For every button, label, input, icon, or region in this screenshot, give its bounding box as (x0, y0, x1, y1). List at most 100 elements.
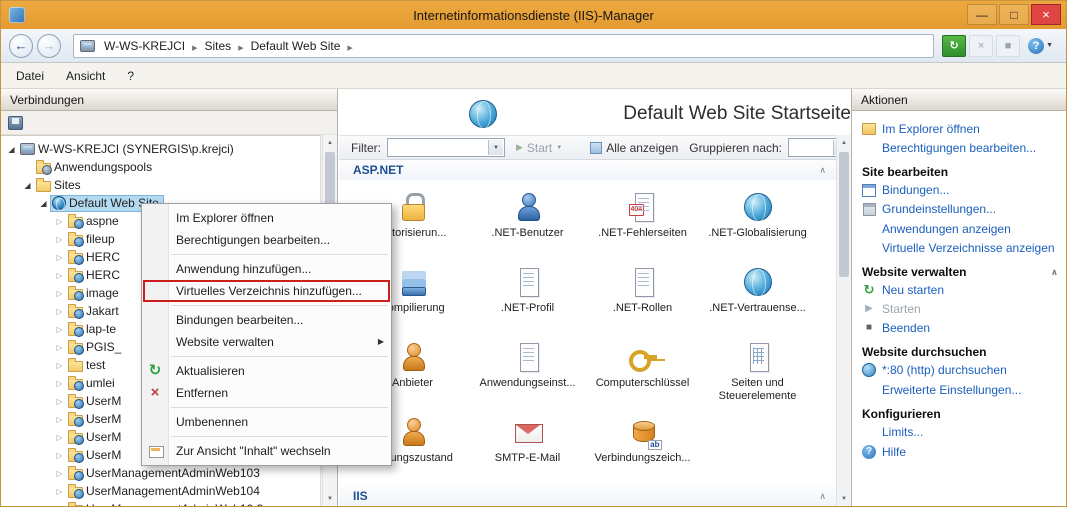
help-action[interactable]: ? Hilfe (862, 444, 1058, 460)
breadcrumb[interactable]: W-WS-KREJCI ▶ Sites ▶ Default Web Site ▶ (73, 33, 935, 58)
features-scrollbar[interactable]: ▲ ▼ (836, 135, 851, 506)
collapsed-icon[interactable]: ▷ (53, 289, 66, 298)
feature-connection-strings[interactable]: ab Verbindungszeich... (585, 411, 700, 486)
scroll-down-icon[interactable]: ▼ (837, 491, 851, 506)
restart-action[interactable]: ↻ Neu starten (862, 282, 1058, 298)
collapsed-icon[interactable]: ▷ (53, 397, 66, 406)
collapsed-icon[interactable]: ▷ (53, 361, 66, 370)
menu-item-add-application[interactable]: Anwendung hinzufügen... (142, 258, 391, 280)
collapsed-icon[interactable]: ▷ (53, 433, 66, 442)
scroll-thumb[interactable] (839, 152, 849, 277)
breadcrumb-segment[interactable]: Default Web Site (246, 39, 346, 53)
filter-start-button[interactable]: ▶ Start ▼ (511, 139, 567, 157)
breadcrumb-segment[interactable]: Sites (200, 39, 237, 53)
chevron-down-icon[interactable]: ▼ (488, 140, 503, 155)
collapsed-icon[interactable]: ▷ (53, 451, 66, 460)
browse-icon (862, 363, 876, 377)
tree-item-server[interactable]: ◢ W-WS-KREJCI (SYNERGIS\p.krejci) (1, 140, 320, 158)
advanced-settings-action[interactable]: Erweiterte Einstellungen... (862, 382, 1058, 398)
feature-application-settings[interactable]: Anwendungseinst... (470, 336, 585, 411)
back-button[interactable]: ← (9, 33, 33, 58)
open-explorer-action[interactable]: Im Explorer öffnen (862, 121, 1058, 137)
menu-item-edit-bindings[interactable]: Bindungen bearbeiten... (142, 309, 391, 331)
collapsed-icon[interactable]: ▷ (53, 235, 66, 244)
collapsed-icon[interactable]: ▷ (53, 307, 66, 316)
view-virtual-directories-action[interactable]: Virtuelle Verzeichnisse anzeigen (862, 240, 1058, 256)
feature-net-globalization[interactable]: .NET-Globalisierung (700, 186, 815, 261)
collapsed-icon[interactable]: ▷ (53, 469, 66, 478)
browse-80-action[interactable]: *:80 (http) durchsuchen (862, 362, 1058, 378)
expanded-icon[interactable]: ◢ (21, 181, 34, 190)
tree-item[interactable]: ▷ UserManagementAdminWeb104 (1, 482, 320, 500)
maximize-button[interactable]: □ (999, 4, 1029, 25)
go-icon: ▶ (516, 142, 523, 152)
collapsed-icon[interactable]: ▷ (53, 253, 66, 262)
limits-action[interactable]: Limits... (862, 424, 1058, 440)
collapse-icon[interactable]: ∧ (819, 491, 826, 502)
menu-ansicht[interactable]: Ansicht (55, 65, 116, 87)
feature-label: Verbindungszeich... (594, 452, 691, 464)
feature-machine-key[interactable]: Computerschlüssel (585, 336, 700, 411)
menu-separator (171, 407, 388, 408)
collapsed-icon[interactable]: ▷ (53, 343, 66, 352)
minimize-button[interactable]: — (967, 4, 997, 25)
bindings-action[interactable]: Bindungen... (862, 182, 1058, 198)
menu-item-add-virtual-directory[interactable]: Virtuelles Verzeichnis hinzufügen... (142, 280, 391, 302)
feature-pages-and-controls[interactable]: Seiten und Steuerelemente (700, 336, 815, 411)
tree-item-sites[interactable]: ◢ Sites (1, 176, 320, 194)
collapse-icon[interactable]: ∧ (819, 165, 826, 176)
breadcrumb-segment[interactable]: W-WS-KREJCI (99, 39, 190, 53)
basic-settings-action[interactable]: Grundeinstellungen... (862, 201, 1058, 217)
stop-icon[interactable]: × (969, 34, 994, 57)
tree-item[interactable]: ▷ UserManagementAdminWeb103 (1, 464, 320, 482)
show-all-button[interactable]: Alle anzeigen (585, 139, 683, 157)
menu-item-edit-permissions[interactable]: Berechtigungen bearbeiten... (142, 229, 391, 251)
menu-item-remove[interactable]: × Entfernen (142, 382, 391, 404)
save-connection-icon[interactable] (8, 115, 23, 130)
scroll-up-icon[interactable]: ▲ (837, 135, 851, 150)
mail-icon (512, 416, 544, 448)
section-header-asp-net[interactable]: ASP.NET ∧ (339, 160, 836, 180)
collapse-icon[interactable]: ∧ (1051, 267, 1058, 278)
feature-label: .NET-Rollen (612, 302, 673, 314)
expanded-icon[interactable]: ◢ (37, 199, 50, 208)
scroll-down-icon[interactable]: ▼ (323, 491, 337, 506)
menu-item-refresh[interactable]: ↻ Aktualisieren (142, 360, 391, 382)
server-icon (20, 143, 35, 155)
menu-item-switch-to-content-view[interactable]: Zur Ansicht "Inhalt" wechseln (142, 440, 391, 462)
refresh-connection-icon[interactable]: ↻ (942, 34, 967, 57)
feature-net-users[interactable]: .NET-Benutzer (470, 186, 585, 261)
collapsed-icon[interactable]: ▷ (53, 379, 66, 388)
help-menu-button[interactable]: ? ▼ (1023, 35, 1058, 57)
feature-net-roles[interactable]: .NET-Rollen (585, 261, 700, 336)
feature-net-error-pages[interactable]: 404 .NET-Fehlerseiten (585, 186, 700, 261)
section-header-iis[interactable]: IIS ∧ (339, 486, 836, 506)
feature-net-trust-levels[interactable]: .NET-Vertrauense... (700, 261, 815, 336)
tree-item[interactable]: ▷UserManagementAdminWeb10.3 (1, 500, 320, 506)
scroll-up-icon[interactable]: ▲ (323, 135, 337, 150)
feature-net-profile[interactable]: .NET-Profil (470, 261, 585, 336)
expanded-icon[interactable]: ◢ (5, 145, 18, 154)
tree-item-application-pools[interactable]: Anwendungspools (1, 158, 320, 176)
forward-button[interactable]: → (37, 33, 61, 58)
collapsed-icon[interactable]: ▷ (53, 487, 66, 496)
menu-datei[interactable]: Datei (5, 65, 55, 87)
menu-item-open-in-explorer[interactable]: Im Explorer öffnen (142, 207, 391, 229)
breadcrumb-segments: W-WS-KREJCI ▶ Sites ▶ Default Web Site ▶ (99, 39, 355, 53)
stop-action[interactable]: ■ Beenden (862, 320, 1058, 336)
menu-item-manage-website[interactable]: Website verwalten ▶ (142, 331, 391, 353)
pin-icon[interactable]: ■ (996, 34, 1021, 57)
edit-permissions-action[interactable]: Berechtigungen bearbeiten... (862, 140, 1058, 156)
menu-help[interactable]: ? (116, 65, 145, 87)
collapsed-icon[interactable]: ▷ (53, 325, 66, 334)
collapsed-icon[interactable]: ▷ (53, 505, 66, 507)
view-applications-action[interactable]: Anwendungen anzeigen (862, 221, 1058, 237)
menu-item-rename[interactable]: Umbenennen (142, 411, 391, 433)
start-action[interactable]: ▶ Starten (862, 301, 1058, 317)
collapsed-icon[interactable]: ▷ (53, 415, 66, 424)
close-button[interactable]: × (1031, 4, 1061, 25)
filter-input[interactable]: ▼ (387, 138, 505, 157)
collapsed-icon[interactable]: ▷ (53, 271, 66, 280)
collapsed-icon[interactable]: ▷ (53, 217, 66, 226)
feature-smtp-email[interactable]: SMTP-E-Mail (470, 411, 585, 486)
